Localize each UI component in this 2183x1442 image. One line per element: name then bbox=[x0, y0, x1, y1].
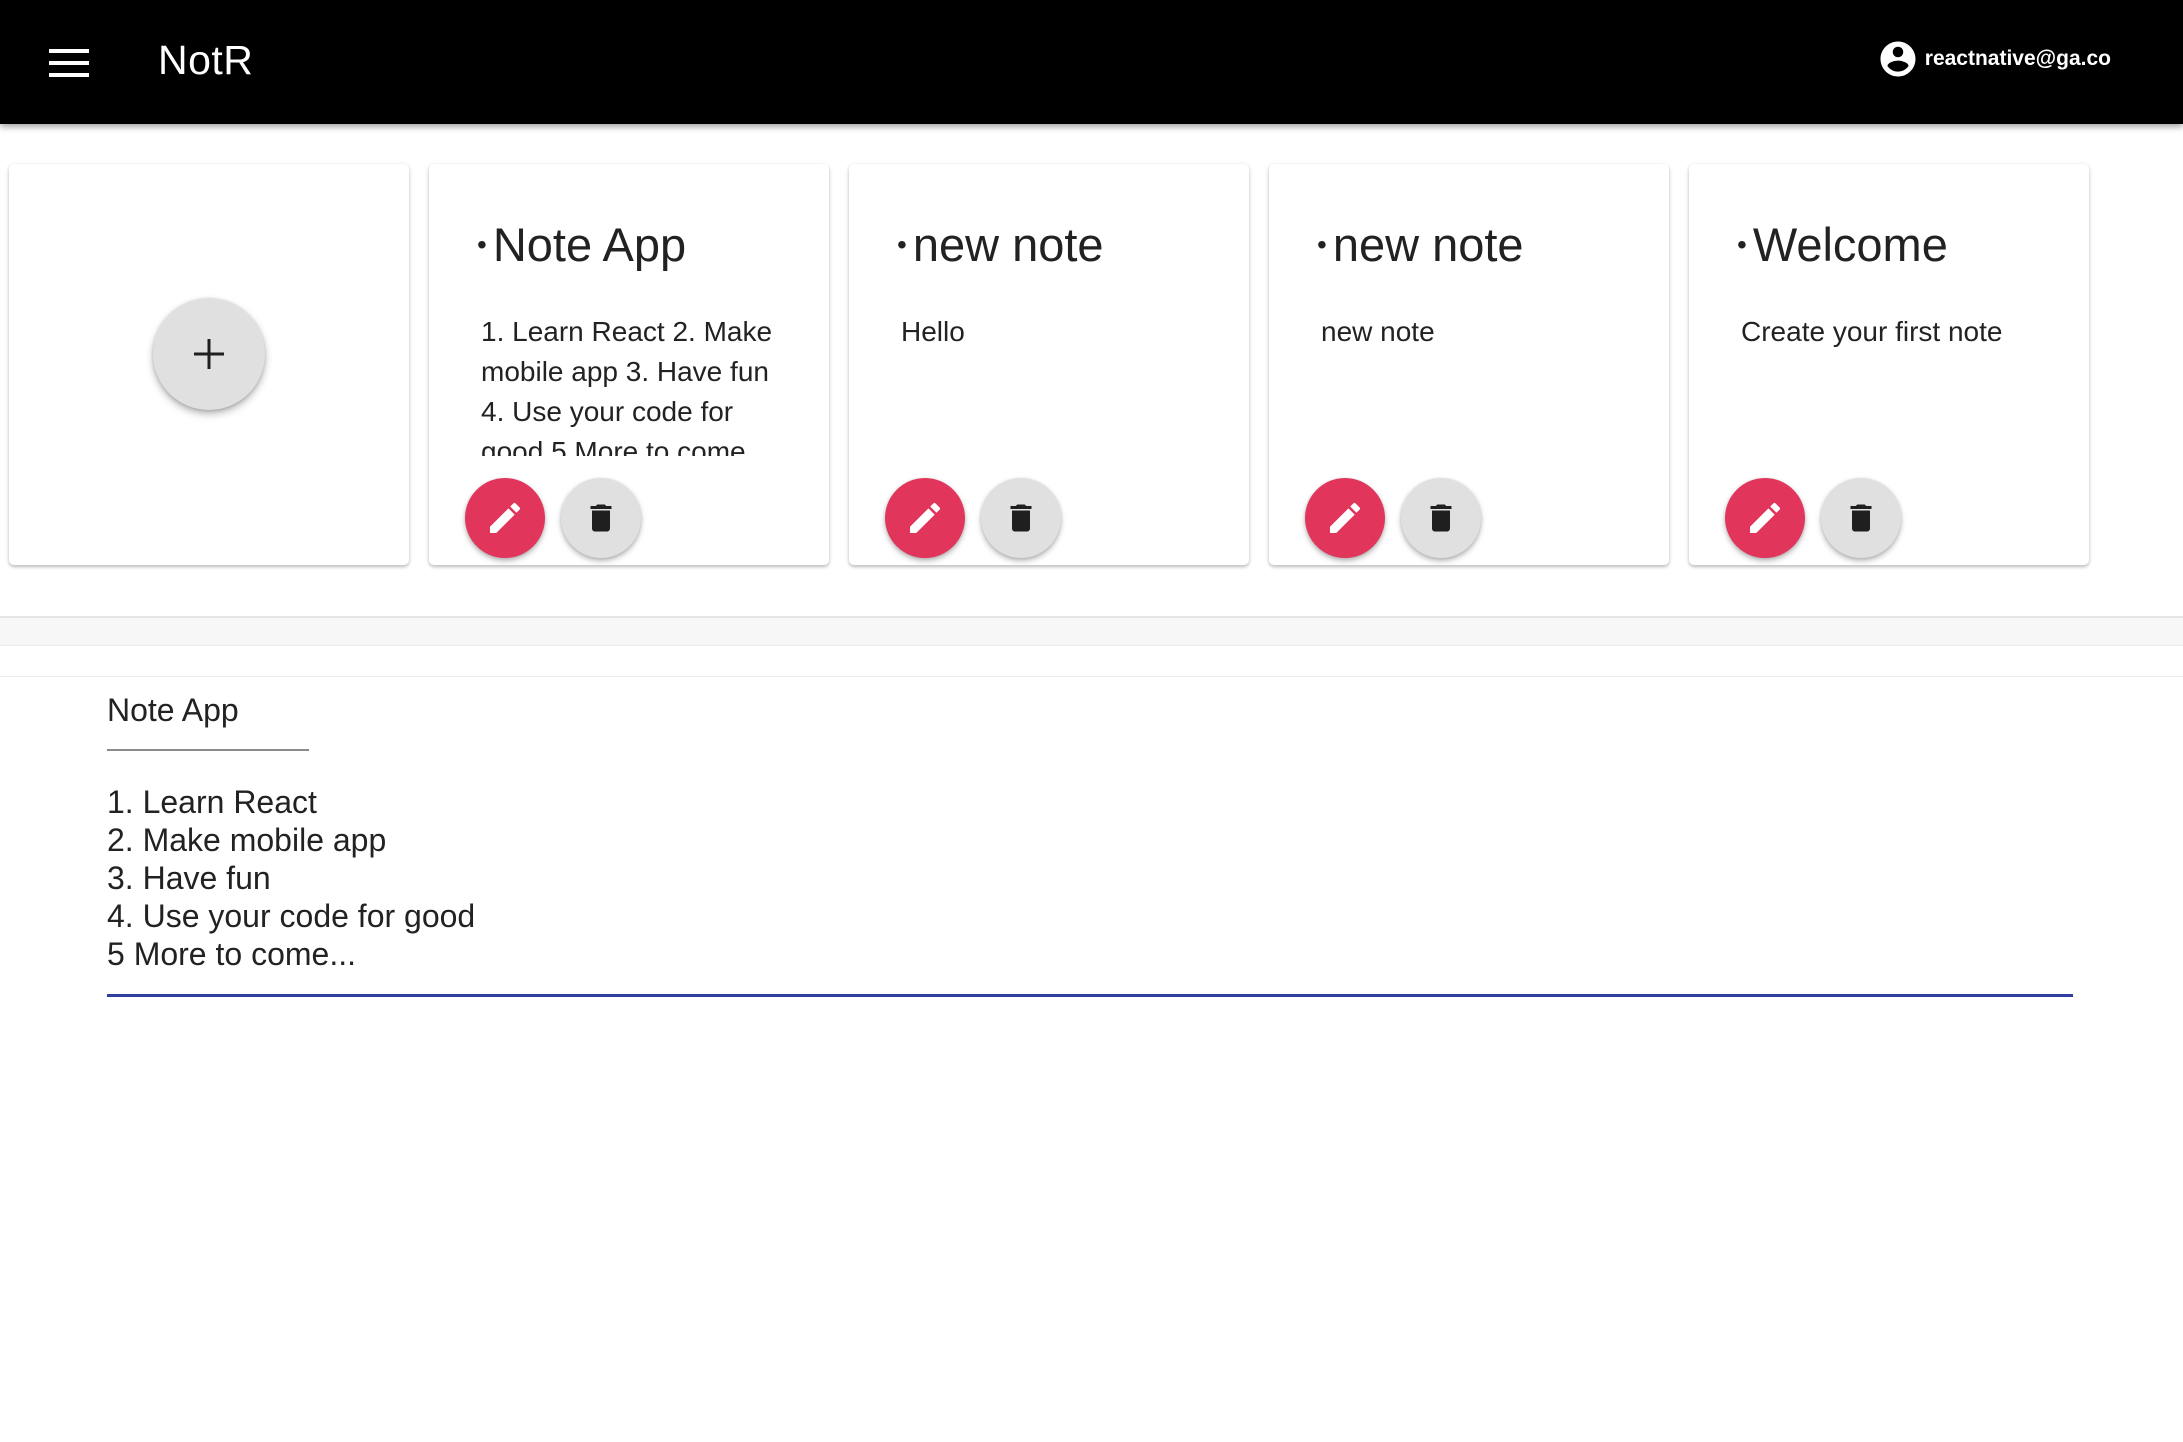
card-actions bbox=[885, 478, 1061, 558]
trash-icon bbox=[1850, 504, 1872, 532]
add-note-card bbox=[9, 164, 409, 565]
trash-icon bbox=[1430, 504, 1452, 532]
trash-icon bbox=[1010, 504, 1032, 532]
app-title: NotR bbox=[158, 37, 254, 83]
bullet: • bbox=[1317, 228, 1327, 260]
account-email: reactnative@ga.co bbox=[1924, 47, 2111, 70]
note-title: • Welcome bbox=[1737, 212, 2067, 278]
delete-note-button[interactable] bbox=[1821, 478, 1901, 558]
note-body: 1. Learn React 2. Make mobile app 3. Hav… bbox=[481, 316, 773, 456]
card-actions bbox=[1305, 478, 1481, 558]
delete-note-button[interactable] bbox=[561, 478, 641, 558]
add-note-button[interactable] bbox=[153, 297, 265, 410]
pencil-icon bbox=[490, 502, 521, 533]
card-actions bbox=[465, 478, 641, 558]
note-card[interactable]: • new note Hello bbox=[849, 164, 1249, 565]
note-body: new note bbox=[1321, 316, 1435, 347]
note-editor: 1. Learn React 2. Make mobile app 3. Hav… bbox=[0, 676, 2183, 1442]
note-body: Hello bbox=[901, 316, 965, 347]
note-body: Create your first note bbox=[1741, 316, 2003, 347]
pencil-icon bbox=[1750, 502, 1781, 533]
edit-note-button[interactable] bbox=[465, 478, 545, 558]
note-title: • Note App bbox=[477, 212, 807, 278]
app-bar: NotR reactnative@ga.co bbox=[0, 0, 2183, 124]
pencil-icon bbox=[910, 502, 941, 533]
note-title-text: new note bbox=[1332, 218, 1524, 271]
plus-icon bbox=[194, 338, 224, 369]
note-card[interactable]: • Note App 1. Learn React 2. Make mobile … bbox=[429, 164, 829, 565]
note-body-textarea[interactable]: 1. Learn React 2. Make mobile app 3. Hav… bbox=[107, 783, 2073, 997]
note-title-text: new note bbox=[912, 218, 1104, 271]
bullet: • bbox=[897, 228, 907, 260]
note-card[interactable]: • Welcome Create your first note bbox=[1689, 164, 2089, 565]
note-title-text: Welcome bbox=[1752, 218, 1948, 271]
note-title: • new note bbox=[1317, 212, 1647, 278]
bullet: • bbox=[477, 228, 487, 260]
notes-list: • Note App 1. Learn React 2. Make mobile … bbox=[9, 164, 2089, 565]
note-title-input[interactable] bbox=[107, 685, 309, 751]
pencil-icon bbox=[1330, 502, 1361, 533]
menu-icon bbox=[49, 49, 89, 77]
edit-note-button[interactable] bbox=[885, 478, 965, 558]
card-actions bbox=[1725, 478, 1901, 558]
edit-note-button[interactable] bbox=[1725, 478, 1805, 558]
note-title-text: Note App bbox=[492, 218, 687, 271]
account-circle-icon bbox=[1880, 41, 1916, 77]
bullet: • bbox=[1737, 228, 1747, 260]
trash-icon bbox=[590, 504, 612, 532]
section-divider bbox=[0, 616, 2183, 646]
note-card[interactable]: • new note new note bbox=[1269, 164, 1669, 565]
account-button[interactable]: reactnative@ga.co bbox=[1877, 36, 2111, 82]
delete-note-button[interactable] bbox=[1401, 478, 1481, 558]
note-title: • new note bbox=[897, 212, 1227, 278]
edit-note-button[interactable] bbox=[1305, 478, 1385, 558]
menu-button[interactable] bbox=[36, 30, 102, 96]
delete-note-button[interactable] bbox=[981, 478, 1061, 558]
